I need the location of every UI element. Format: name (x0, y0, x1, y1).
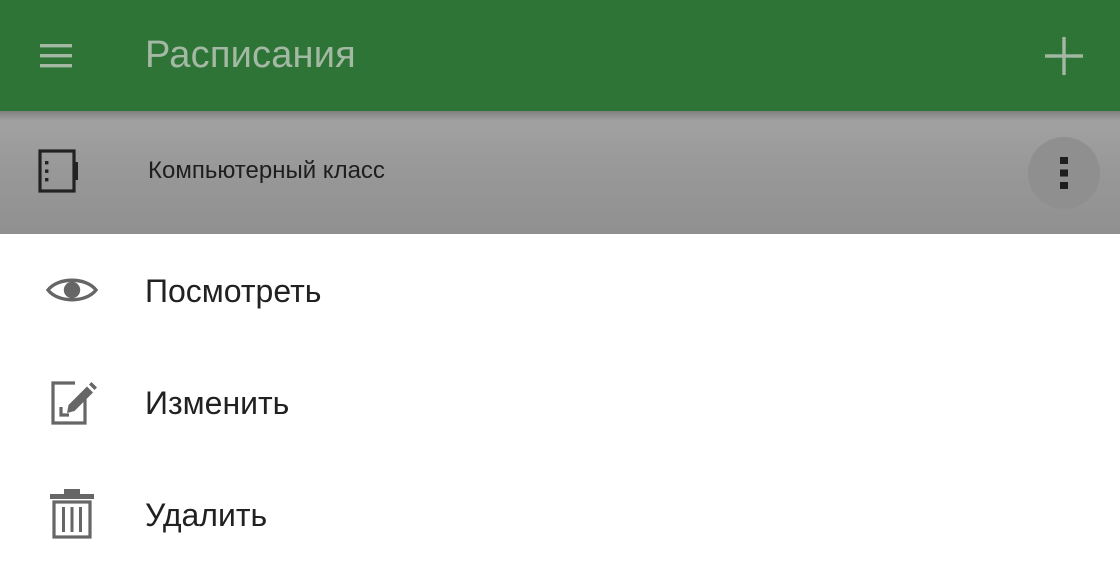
device-icon (30, 141, 90, 201)
list-item[interactable]: Компьютерный класс (0, 111, 1120, 234)
add-icon (1045, 37, 1083, 75)
eye-icon (36, 260, 108, 320)
add-button[interactable] (1028, 20, 1100, 92)
page-title: Расписания (145, 34, 356, 76)
app-bar-shadow (0, 111, 1120, 121)
more-options-button[interactable] (1028, 137, 1100, 209)
trash-icon (36, 484, 108, 544)
menu-icon (40, 44, 72, 68)
view-action[interactable]: Посмотреть (0, 234, 1120, 346)
more-vertical-icon (1060, 157, 1068, 189)
view-action-label: Посмотреть (145, 273, 322, 309)
edit-icon (36, 372, 108, 432)
edit-action[interactable]: Изменить (0, 346, 1120, 458)
list-item-label: Компьютерный класс (148, 157, 385, 184)
delete-action[interactable]: Удалить (0, 458, 1120, 570)
bottom-sheet: Посмотреть Изменить Удалить (0, 234, 1120, 570)
menu-button[interactable] (20, 20, 92, 92)
edit-action-label: Изменить (145, 385, 290, 421)
app-bar: Расписания (0, 0, 1120, 111)
delete-action-label: Удалить (145, 497, 268, 533)
